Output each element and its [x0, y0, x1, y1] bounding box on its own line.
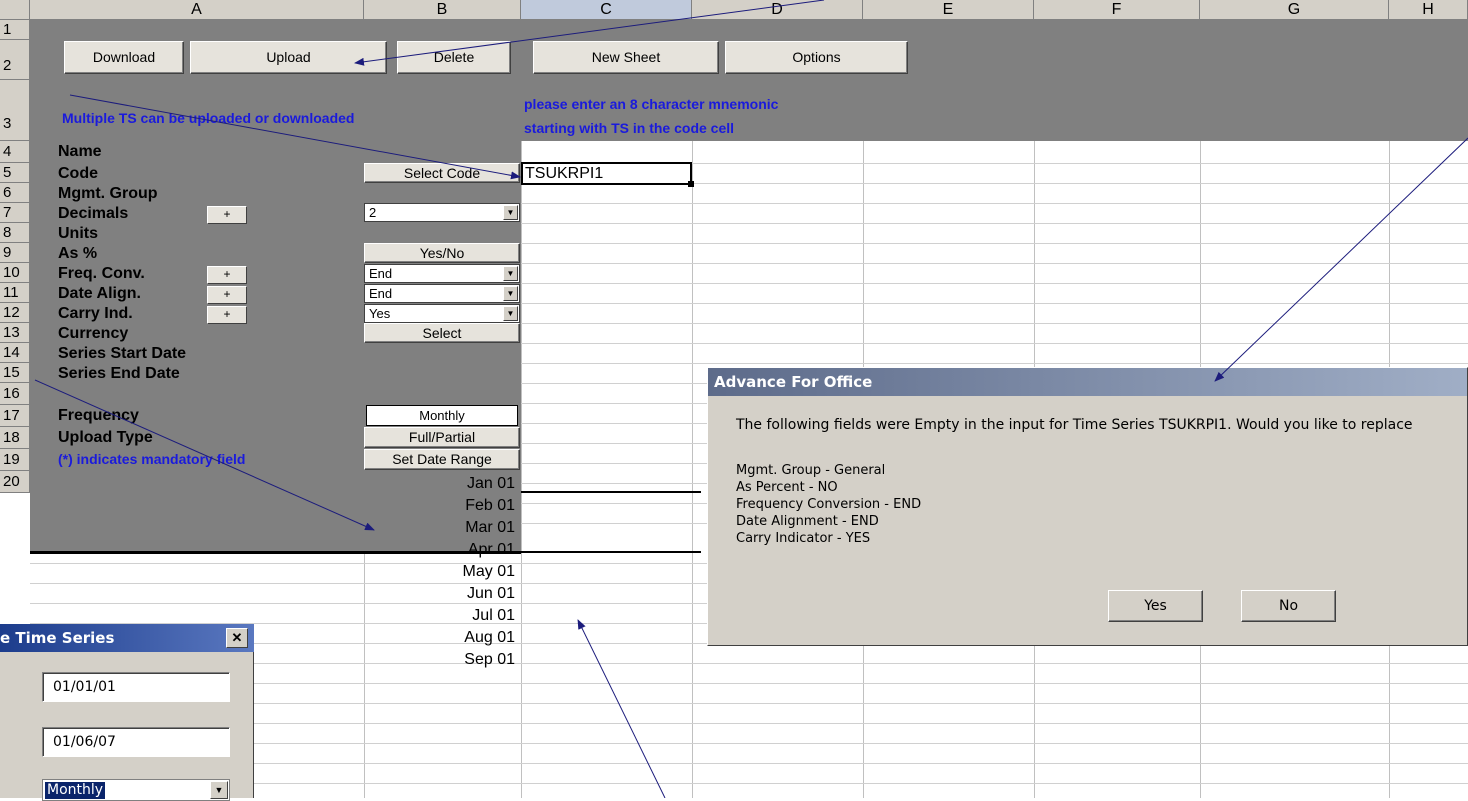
- annotation-arrows: [34, 0, 1468, 798]
